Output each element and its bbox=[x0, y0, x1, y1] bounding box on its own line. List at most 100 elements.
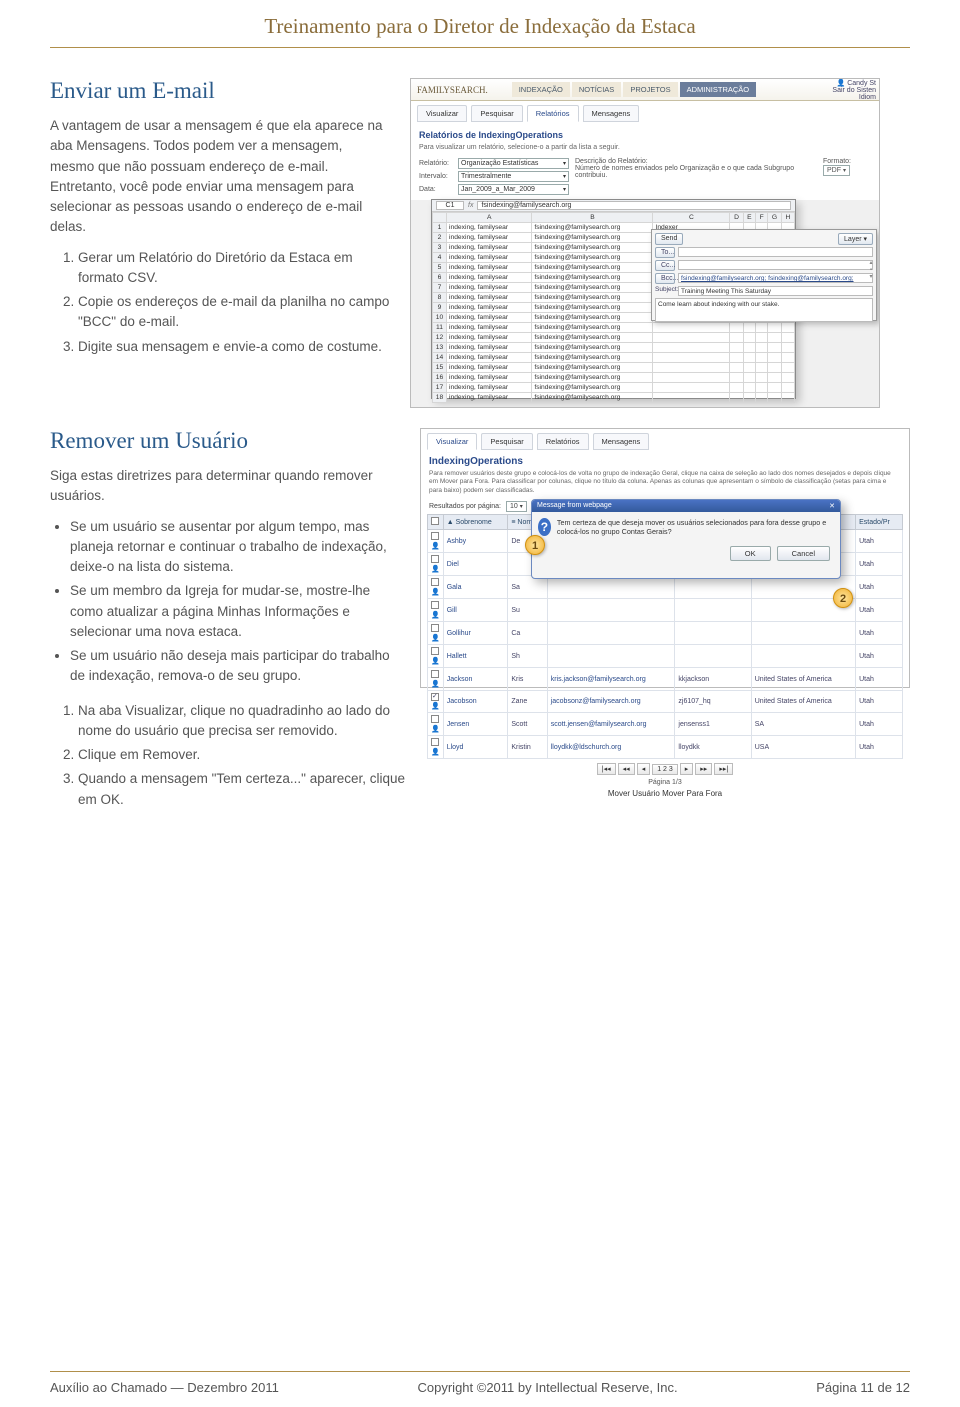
row-checkbox[interactable] bbox=[431, 624, 439, 632]
lbl-data: Data: bbox=[419, 186, 455, 193]
section2-steps: Na aba Visualizar, clique no quadradinho… bbox=[50, 701, 410, 810]
menu-administracao[interactable]: ADMINISTRAÇÃO bbox=[680, 82, 757, 97]
subject-field[interactable]: Training Meeting This Saturday bbox=[678, 286, 873, 296]
row-checkbox[interactable] bbox=[431, 693, 439, 701]
section2-step-2: Clique em Remover. bbox=[78, 745, 410, 765]
familysearch-logo: FAMILYSEARCH. bbox=[417, 85, 488, 95]
table-row: 👤GillSuUtah bbox=[428, 599, 903, 622]
row-checkbox[interactable] bbox=[431, 715, 439, 723]
to-field[interactable] bbox=[678, 247, 873, 257]
select-intervalo[interactable]: Trimestralmente bbox=[458, 171, 569, 182]
person-icon: 👤 bbox=[431, 589, 440, 596]
reports-desc: Para visualizar um relatório, selecione-… bbox=[411, 144, 879, 155]
pager-first[interactable]: |◂◂ bbox=[597, 763, 616, 775]
user-name-label: 👤 Candy St bbox=[832, 79, 876, 87]
row-checkbox[interactable] bbox=[431, 555, 439, 563]
row-checkbox[interactable] bbox=[431, 601, 439, 609]
move-user-button[interactable]: Mover Usuário bbox=[608, 789, 660, 798]
lbl-intervalo: Intervalo: bbox=[419, 173, 455, 180]
move-out-button[interactable]: Mover Para Fora bbox=[662, 789, 722, 798]
pager-next[interactable]: ▸▸ bbox=[695, 763, 712, 775]
lbl-relatorio: Relatório: bbox=[419, 160, 455, 167]
top-menu: INDEXAÇÃO NOTÍCIAS PROJETOS ADMINISTRAÇÃ… bbox=[512, 82, 756, 97]
select-relatorio[interactable]: Organização Estatísticas bbox=[458, 158, 569, 169]
tab-visualizar-2[interactable]: Visualizar bbox=[427, 433, 477, 450]
format-select[interactable]: PDF bbox=[823, 165, 850, 176]
header-checkbox[interactable] bbox=[431, 517, 439, 525]
row-checkbox[interactable] bbox=[431, 578, 439, 586]
dialog-cancel-button[interactable]: Cancel bbox=[777, 546, 830, 561]
bcc-field[interactable]: fsindexing@familysearch.org; fsindexing@… bbox=[678, 273, 873, 283]
section2-paragraph: Siga estas diretrizes para determinar qu… bbox=[50, 466, 390, 507]
cc-button[interactable]: Cc... bbox=[655, 260, 675, 271]
language-label: Idiom bbox=[832, 94, 876, 101]
page-header: Treinamento para o Diretor de Indexação … bbox=[50, 0, 910, 48]
section2-title: Remover um Usuário bbox=[50, 428, 390, 454]
row-checkbox[interactable] bbox=[431, 738, 439, 746]
pager-nums[interactable]: 1 2 3 bbox=[652, 764, 678, 775]
section1-step-3: Digite sua mensagem e envie-a como de co… bbox=[78, 337, 390, 357]
results-per-page-label: Resultados por página: bbox=[429, 503, 501, 510]
screenshot-remove-user: Visualizar Pesquisar Relatórios Mensagen… bbox=[420, 428, 910, 688]
tab-pesquisar-2[interactable]: Pesquisar bbox=[481, 433, 532, 450]
results-per-page-select[interactable]: 10 bbox=[506, 501, 527, 512]
io-desc: Para remover usuários deste grupo e colo… bbox=[421, 469, 909, 499]
col-sobrenome[interactable]: ▲ Sobrenome bbox=[443, 515, 508, 530]
email-body[interactable]: Come learn about indexing with our stake… bbox=[655, 298, 873, 322]
pager-back[interactable]: ◂ bbox=[637, 763, 651, 775]
row-checkbox[interactable] bbox=[431, 647, 439, 655]
dialog-title: Message from webpage bbox=[537, 502, 612, 510]
callout-2: 2 bbox=[833, 588, 853, 608]
pager-label: Página 1/3 bbox=[421, 779, 909, 786]
tab-mensagens[interactable]: Mensagens bbox=[583, 105, 640, 122]
section2-bullet-3: Se um usuário não deseja mais participar… bbox=[70, 646, 390, 687]
menu-noticias[interactable]: NOTÍCIAS bbox=[572, 82, 621, 97]
desc-body: Número de nomes enviados pelo Organizaçã… bbox=[575, 165, 817, 179]
callout-1: 1 bbox=[525, 535, 545, 555]
section2-bullet-1: Se um usuário se ausentar por algum temp… bbox=[70, 517, 390, 578]
layer-dropdown[interactable]: Layer ▾ bbox=[838, 233, 873, 245]
tab-pesquisar[interactable]: Pesquisar bbox=[471, 105, 522, 122]
table-row: 👤JacksonKriskris.jackson@familysearch.or… bbox=[428, 668, 903, 691]
desc-title: Descrição do Relatório: bbox=[575, 158, 817, 165]
section2-step-1: Na aba Visualizar, clique no quadradinho… bbox=[78, 701, 410, 742]
tab-relatorios[interactable]: Relatórios bbox=[527, 105, 579, 122]
menu-projetos[interactable]: PROJETOS bbox=[623, 82, 677, 97]
dialog-ok-button[interactable]: OK bbox=[730, 546, 771, 561]
section1-paragraph: A vantagem de usar a mensagem é que ela … bbox=[50, 116, 390, 238]
row-checkbox[interactable] bbox=[431, 670, 439, 678]
pager-prev[interactable]: ◂◂ bbox=[618, 763, 635, 775]
tab-relatorios-2[interactable]: Relatórios bbox=[537, 433, 589, 450]
format-label: Formato: bbox=[823, 158, 871, 165]
person-icon: 👤 bbox=[431, 543, 440, 550]
confirm-dialog: Message from webpage ✕ ? Tem certeza de … bbox=[531, 499, 841, 579]
spreadsheet-row: 18indexing, familysearfsindexing@familys… bbox=[433, 393, 795, 403]
dialog-close-icon[interactable]: ✕ bbox=[829, 502, 835, 510]
tab-mensagens-2[interactable]: Mensagens bbox=[593, 433, 650, 450]
cc-field[interactable] bbox=[678, 260, 873, 270]
footer-center: Copyright ©2011 by Intellectual Reserve,… bbox=[418, 1380, 678, 1395]
subject-label: Subject: bbox=[655, 286, 675, 296]
pager-last[interactable]: ▸▸| bbox=[714, 763, 733, 775]
bcc-button[interactable]: Bcc... bbox=[655, 273, 675, 284]
cell-reference[interactable]: C1 bbox=[436, 201, 464, 210]
person-icon: 👤 bbox=[431, 635, 440, 642]
pager-fwd[interactable]: ▸ bbox=[680, 763, 694, 775]
menu-indexacao[interactable]: INDEXAÇÃO bbox=[512, 82, 570, 97]
section1-step-1: Gerar um Relatório do Diretório da Estac… bbox=[78, 248, 390, 289]
send-button[interactable]: Send bbox=[655, 233, 683, 245]
page-footer: Auxílio ao Chamado — Dezembro 2011 Copyr… bbox=[50, 1371, 910, 1395]
sign-out-link[interactable]: Sair do Sisten bbox=[832, 87, 876, 94]
spreadsheet-row: 16indexing, familysearfsindexing@familys… bbox=[433, 373, 795, 383]
person-icon: 👤 bbox=[431, 681, 440, 688]
select-data[interactable]: Jan_2009_a_Mar_2009 bbox=[458, 184, 569, 195]
screenshot-reports-email: FAMILYSEARCH. INDEXAÇÃO NOTÍCIAS PROJETO… bbox=[410, 78, 880, 408]
formula-bar[interactable]: fsindexing@familysearch.org bbox=[477, 201, 791, 210]
col-estado[interactable]: Estado/Pr bbox=[856, 515, 903, 530]
person-icon: 👤 bbox=[431, 703, 440, 710]
row-checkbox[interactable] bbox=[431, 532, 439, 540]
person-icon: 👤 bbox=[431, 612, 440, 619]
to-button[interactable]: To... bbox=[655, 247, 675, 258]
tab-visualizar[interactable]: Visualizar bbox=[417, 105, 467, 122]
scrollbar[interactable]: ▴▪▾ bbox=[867, 260, 875, 281]
